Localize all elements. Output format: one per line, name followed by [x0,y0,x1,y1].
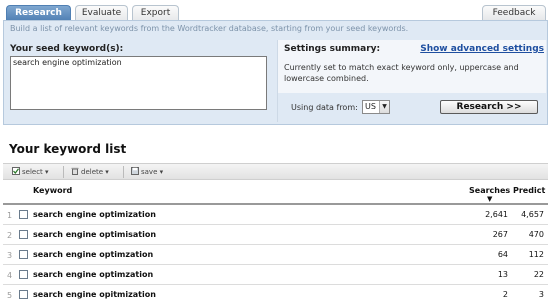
data-source-value: US [365,102,376,111]
predict-cell: 3 [538,290,544,299]
keyword-cell: search engine optimisation [33,230,157,239]
seed-keywords-label: Your seed keyword(s): [10,44,124,54]
intro-text: Build a list of relevant keywords from t… [10,24,409,33]
table-row: 3 search engine optimzation 64 112 [3,245,548,265]
keyword-cell: search engine optimzation [33,270,154,279]
searches-cell: 13 [497,270,508,279]
predict-cell: 112 [528,250,544,259]
searches-cell: 2,641 [485,210,508,219]
keyword-cell: search engine optimization [33,210,156,219]
row-checkbox[interactable] [19,270,28,279]
chevron-down-icon: ▼ [379,101,389,113]
data-source-label: Using data from: [291,103,358,112]
row-number: 3 [7,251,13,260]
settings-summary: Settings summary: Show advanced settings… [277,40,547,122]
row-checkbox[interactable] [19,210,28,219]
list-toolbar: select ▾ delete ▾ save ▾ [3,163,548,180]
table-row: 4 search engine optimzation 13 22 [3,265,548,285]
column-header-predict[interactable]: Predict [513,186,545,195]
row-number: 5 [7,291,13,300]
research-panel: Build a list of relevant keywords from t… [3,20,548,125]
table-row: 5 search engine opitmization 2 3 [3,285,548,305]
predict-cell: 470 [528,230,544,239]
row-number: 1 [7,211,13,220]
settings-title: Settings summary: [284,44,381,54]
trash-icon [71,167,79,175]
column-header-keyword[interactable]: Keyword [33,186,72,195]
searches-cell: 2 [502,290,508,299]
table-header: Keyword Searches ▼ Predict [3,181,548,205]
table-row: 1 search engine optimization 2,641 4,657 [3,205,548,225]
sort-descending-icon: ▼ [487,195,493,203]
feedback-button[interactable]: Feedback [482,5,546,21]
data-source-row: Using data from: US ▼ Research >> [278,93,547,122]
predict-cell: 22 [533,270,544,279]
row-checkbox[interactable] [19,250,28,259]
settings-description: Currently set to match exact keyword onl… [284,63,519,83]
seed-keywords-input[interactable]: search engine optimization [10,56,267,110]
keyword-cell: search engine opitmization [33,290,156,299]
checkbox-icon [12,167,20,175]
select-label: select [22,168,43,176]
row-number: 2 [7,231,13,240]
row-number: 4 [7,271,13,280]
row-checkbox[interactable] [19,290,28,299]
tab-evaluate[interactable]: Evaluate [75,5,128,21]
predict-cell: 4,657 [521,210,544,219]
delete-label: delete [81,168,104,176]
floppy-disk-icon [131,167,139,175]
searches-cell: 64 [497,250,508,259]
table-row: 2 search engine optimisation 267 470 [3,225,548,245]
delete-button[interactable]: delete ▾ [71,167,109,177]
keyword-cell: search engine optimzation [33,250,154,259]
save-label: save [141,168,158,176]
column-header-searches[interactable]: Searches [469,186,510,195]
searches-cell: 267 [492,230,508,239]
advanced-settings-link[interactable]: Show advanced settings [420,44,544,54]
tab-export[interactable]: Export [132,5,179,21]
row-checkbox[interactable] [19,230,28,239]
save-button[interactable]: save ▾ [131,167,163,177]
tab-research[interactable]: Research [6,5,71,21]
research-button[interactable]: Research >> [440,100,538,114]
data-source-select[interactable]: US ▼ [362,100,390,114]
toolbar-divider [63,166,64,178]
toolbar-divider [123,166,124,178]
tab-bar: Research Evaluate Export Feedback [0,0,550,21]
select-button[interactable]: select ▾ [12,167,49,177]
keyword-list-title: Your keyword list [9,142,127,156]
